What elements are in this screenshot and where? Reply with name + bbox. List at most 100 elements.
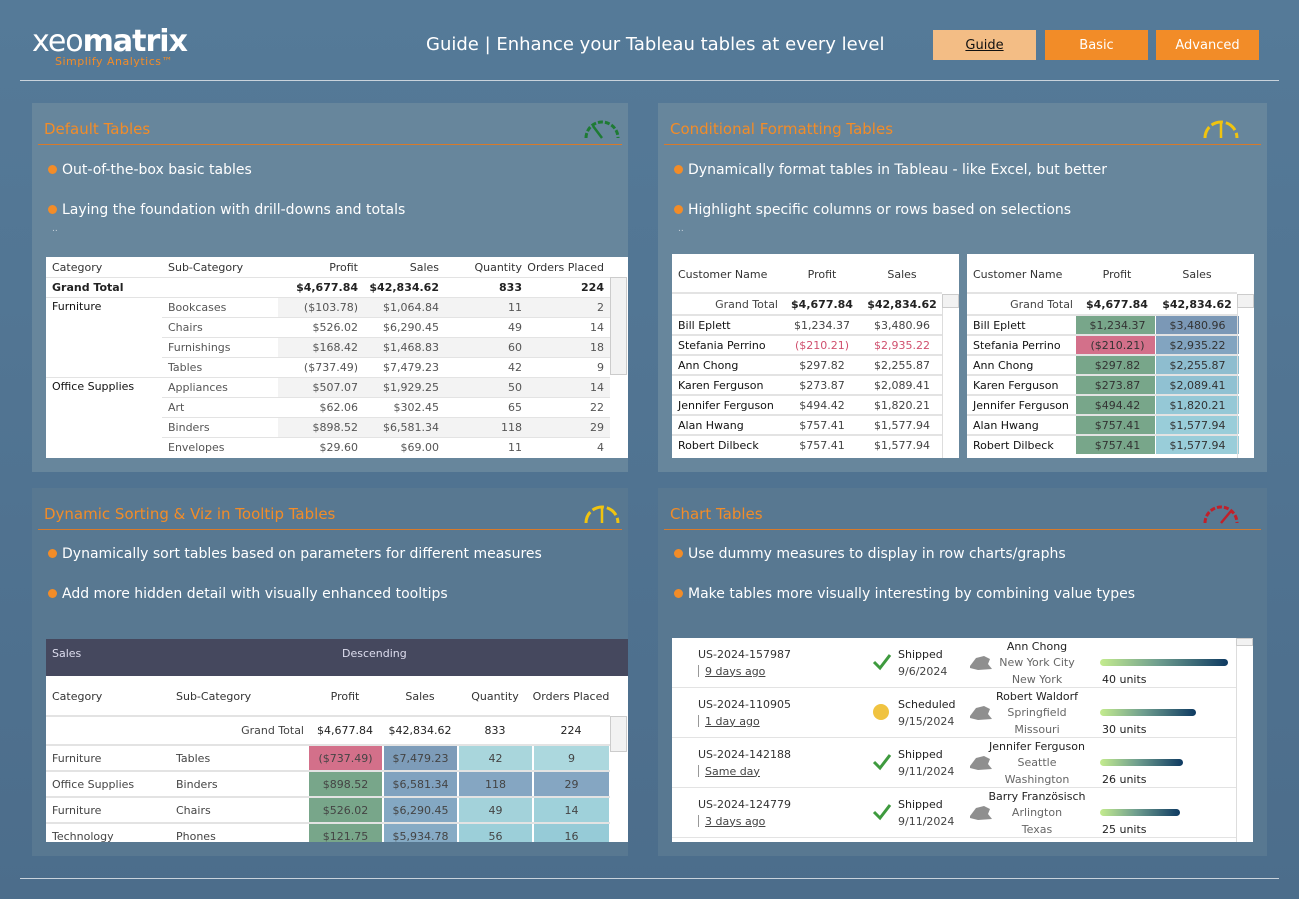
column-header[interactable]: Sales bbox=[383, 676, 457, 716]
table-cell: $69.00 bbox=[400, 440, 440, 454]
column-header[interactable]: Sub-Category bbox=[168, 257, 278, 277]
order-row[interactable]: US-2024-110905 1 day ago Scheduled 9/15/202… bbox=[672, 688, 1236, 738]
table-cell[interactable]: Envelopes bbox=[168, 437, 278, 457]
table-cell: 29 bbox=[533, 772, 609, 796]
category-cell[interactable]: Furniture bbox=[52, 746, 172, 770]
category-cell[interactable] bbox=[52, 397, 162, 417]
table-cell[interactable]: Binders bbox=[168, 417, 278, 437]
days-ago-link[interactable]: Same day bbox=[705, 763, 760, 779]
table-cell: $526.02 bbox=[312, 320, 359, 334]
column-header[interactable]: Category bbox=[52, 676, 172, 716]
units-label: 30 units bbox=[1102, 722, 1147, 736]
status-label: Shipped bbox=[898, 797, 943, 811]
column-header[interactable]: Orders Placed bbox=[524, 257, 604, 277]
column-header[interactable]: Quantity bbox=[458, 676, 532, 716]
table-cell: $757.41 bbox=[1075, 436, 1159, 454]
table-cell[interactable]: Chairs bbox=[168, 317, 278, 337]
table-cell: 18 bbox=[590, 340, 604, 354]
category-cell[interactable] bbox=[52, 317, 162, 337]
table-cell: $2,089.41 bbox=[1155, 376, 1239, 394]
table-cell[interactable]: Art bbox=[168, 397, 278, 417]
category-cell[interactable] bbox=[52, 357, 162, 377]
speedometer-mid-icon bbox=[582, 501, 622, 529]
grand-total-cell: $4,677.84 bbox=[1086, 297, 1148, 311]
table-cell: 2 bbox=[597, 300, 604, 314]
customer-name: Barry Französisch bbox=[988, 789, 1086, 803]
speedometer-low-icon bbox=[582, 116, 622, 144]
grand-total-cell: $42,834.62 bbox=[388, 724, 452, 737]
column-header[interactable]: Profit bbox=[1077, 254, 1157, 294]
table-cell[interactable]: Tables bbox=[168, 357, 278, 377]
table-scrollbar[interactable] bbox=[610, 277, 627, 375]
days-ago-link[interactable]: 3 days ago bbox=[705, 813, 765, 829]
bullet-item: Highlight specific columns or rows based… bbox=[674, 202, 1071, 218]
table-scrollbar[interactable] bbox=[610, 716, 627, 752]
category-cell[interactable]: Technology bbox=[52, 824, 172, 843]
sub-category-cell[interactable]: Phones bbox=[176, 824, 296, 843]
table-scrollbar[interactable] bbox=[942, 294, 959, 308]
table-scrollbar[interactable] bbox=[1237, 294, 1254, 308]
table-cell: 56 bbox=[458, 824, 532, 842]
days-ago-link[interactable]: 9 days ago bbox=[705, 663, 765, 679]
table-cell: 65 bbox=[508, 400, 522, 414]
nav-advanced-button[interactable]: Advanced bbox=[1156, 30, 1259, 60]
category-cell[interactable] bbox=[52, 417, 162, 437]
column-header[interactable]: Sales bbox=[1157, 254, 1237, 294]
days-ago-link[interactable]: 1 day ago bbox=[705, 713, 760, 729]
category-cell[interactable]: Furniture bbox=[52, 798, 172, 822]
table-cell: ($210.21) bbox=[794, 338, 850, 352]
table-cell[interactable]: Bookcases bbox=[168, 297, 278, 317]
bullet-text: Dynamically format tables in Tableau - l… bbox=[688, 162, 1108, 178]
category-cell[interactable] bbox=[52, 437, 162, 457]
column-header[interactable]: Customer Name bbox=[973, 254, 1093, 294]
table-cell: $1,820.21 bbox=[1155, 396, 1239, 414]
nav-guide-button[interactable]: Guide bbox=[933, 30, 1036, 60]
column-header[interactable]: Quantity bbox=[441, 257, 522, 277]
order-row[interactable]: US-2024-157987 9 days ago Shipped 9/6/2024 A… bbox=[672, 638, 1236, 688]
sub-category-cell[interactable]: Chairs bbox=[176, 798, 296, 822]
nav-basic-button[interactable]: Basic bbox=[1045, 30, 1148, 60]
panel-title-underline bbox=[664, 529, 1261, 530]
checkmark-icon bbox=[872, 653, 892, 674]
column-header[interactable]: Orders Placed bbox=[533, 676, 610, 716]
table-scrollbar[interactable] bbox=[1236, 638, 1253, 646]
table-cell: ($210.21) bbox=[1075, 336, 1159, 354]
table-cell: $62.06 bbox=[319, 400, 359, 414]
sub-category-cell[interactable]: Tables bbox=[176, 746, 296, 770]
column-header[interactable]: Sales bbox=[359, 257, 439, 277]
city-name: New York City bbox=[999, 655, 1075, 669]
chart-table: US-2024-157987 9 days ago Shipped 9/6/2024 A… bbox=[672, 638, 1253, 842]
column-header[interactable]: Profit bbox=[782, 254, 862, 294]
table-cell[interactable]: Appliances bbox=[168, 377, 278, 397]
column-header[interactable]: Profit bbox=[278, 257, 358, 277]
sort-order-dropdown[interactable]: Descending bbox=[342, 639, 407, 667]
bullet-item: Make tables more visually interesting by… bbox=[674, 586, 1135, 602]
sub-category-cell[interactable]: Binders bbox=[176, 772, 296, 796]
column-header[interactable]: Category bbox=[52, 257, 162, 277]
column-header[interactable]: Customer Name bbox=[678, 254, 798, 294]
category-cell[interactable]: Furniture bbox=[52, 297, 162, 317]
grand-total-label: Grand Total bbox=[241, 724, 304, 737]
state-name: Washington bbox=[1004, 772, 1070, 786]
table-cell[interactable]: Furnishings bbox=[168, 337, 278, 357]
table-cell: $302.45 bbox=[393, 400, 440, 414]
units-bar bbox=[1100, 809, 1180, 816]
order-row[interactable]: US-2024-142188 Same day Shipped 9/11/2024 Je… bbox=[672, 738, 1236, 788]
bullet-dot-icon bbox=[674, 205, 683, 214]
category-cell[interactable] bbox=[52, 337, 162, 357]
table-cell: $2,255.87 bbox=[1155, 356, 1239, 374]
sort-measure-dropdown[interactable]: Sales bbox=[52, 639, 81, 667]
table-cell: 118 bbox=[458, 772, 532, 796]
ago-divider bbox=[698, 665, 699, 677]
category-cell[interactable]: Office Supplies bbox=[52, 772, 172, 796]
order-id: US-2024-157987 bbox=[698, 647, 791, 661]
column-header[interactable]: Profit bbox=[308, 676, 382, 716]
table-cell: $1,064.84 bbox=[383, 300, 439, 314]
table-cell: $757.41 bbox=[799, 418, 845, 432]
column-header[interactable]: Sub-Category bbox=[176, 676, 296, 716]
category-cell[interactable]: Office Supplies bbox=[52, 377, 162, 397]
table-cell: $297.82 bbox=[1075, 356, 1159, 374]
panel-title-underline bbox=[38, 529, 622, 530]
column-header[interactable]: Sales bbox=[862, 254, 942, 294]
order-row[interactable]: US-2024-124779 3 days ago Shipped 9/11/2024… bbox=[672, 788, 1236, 838]
